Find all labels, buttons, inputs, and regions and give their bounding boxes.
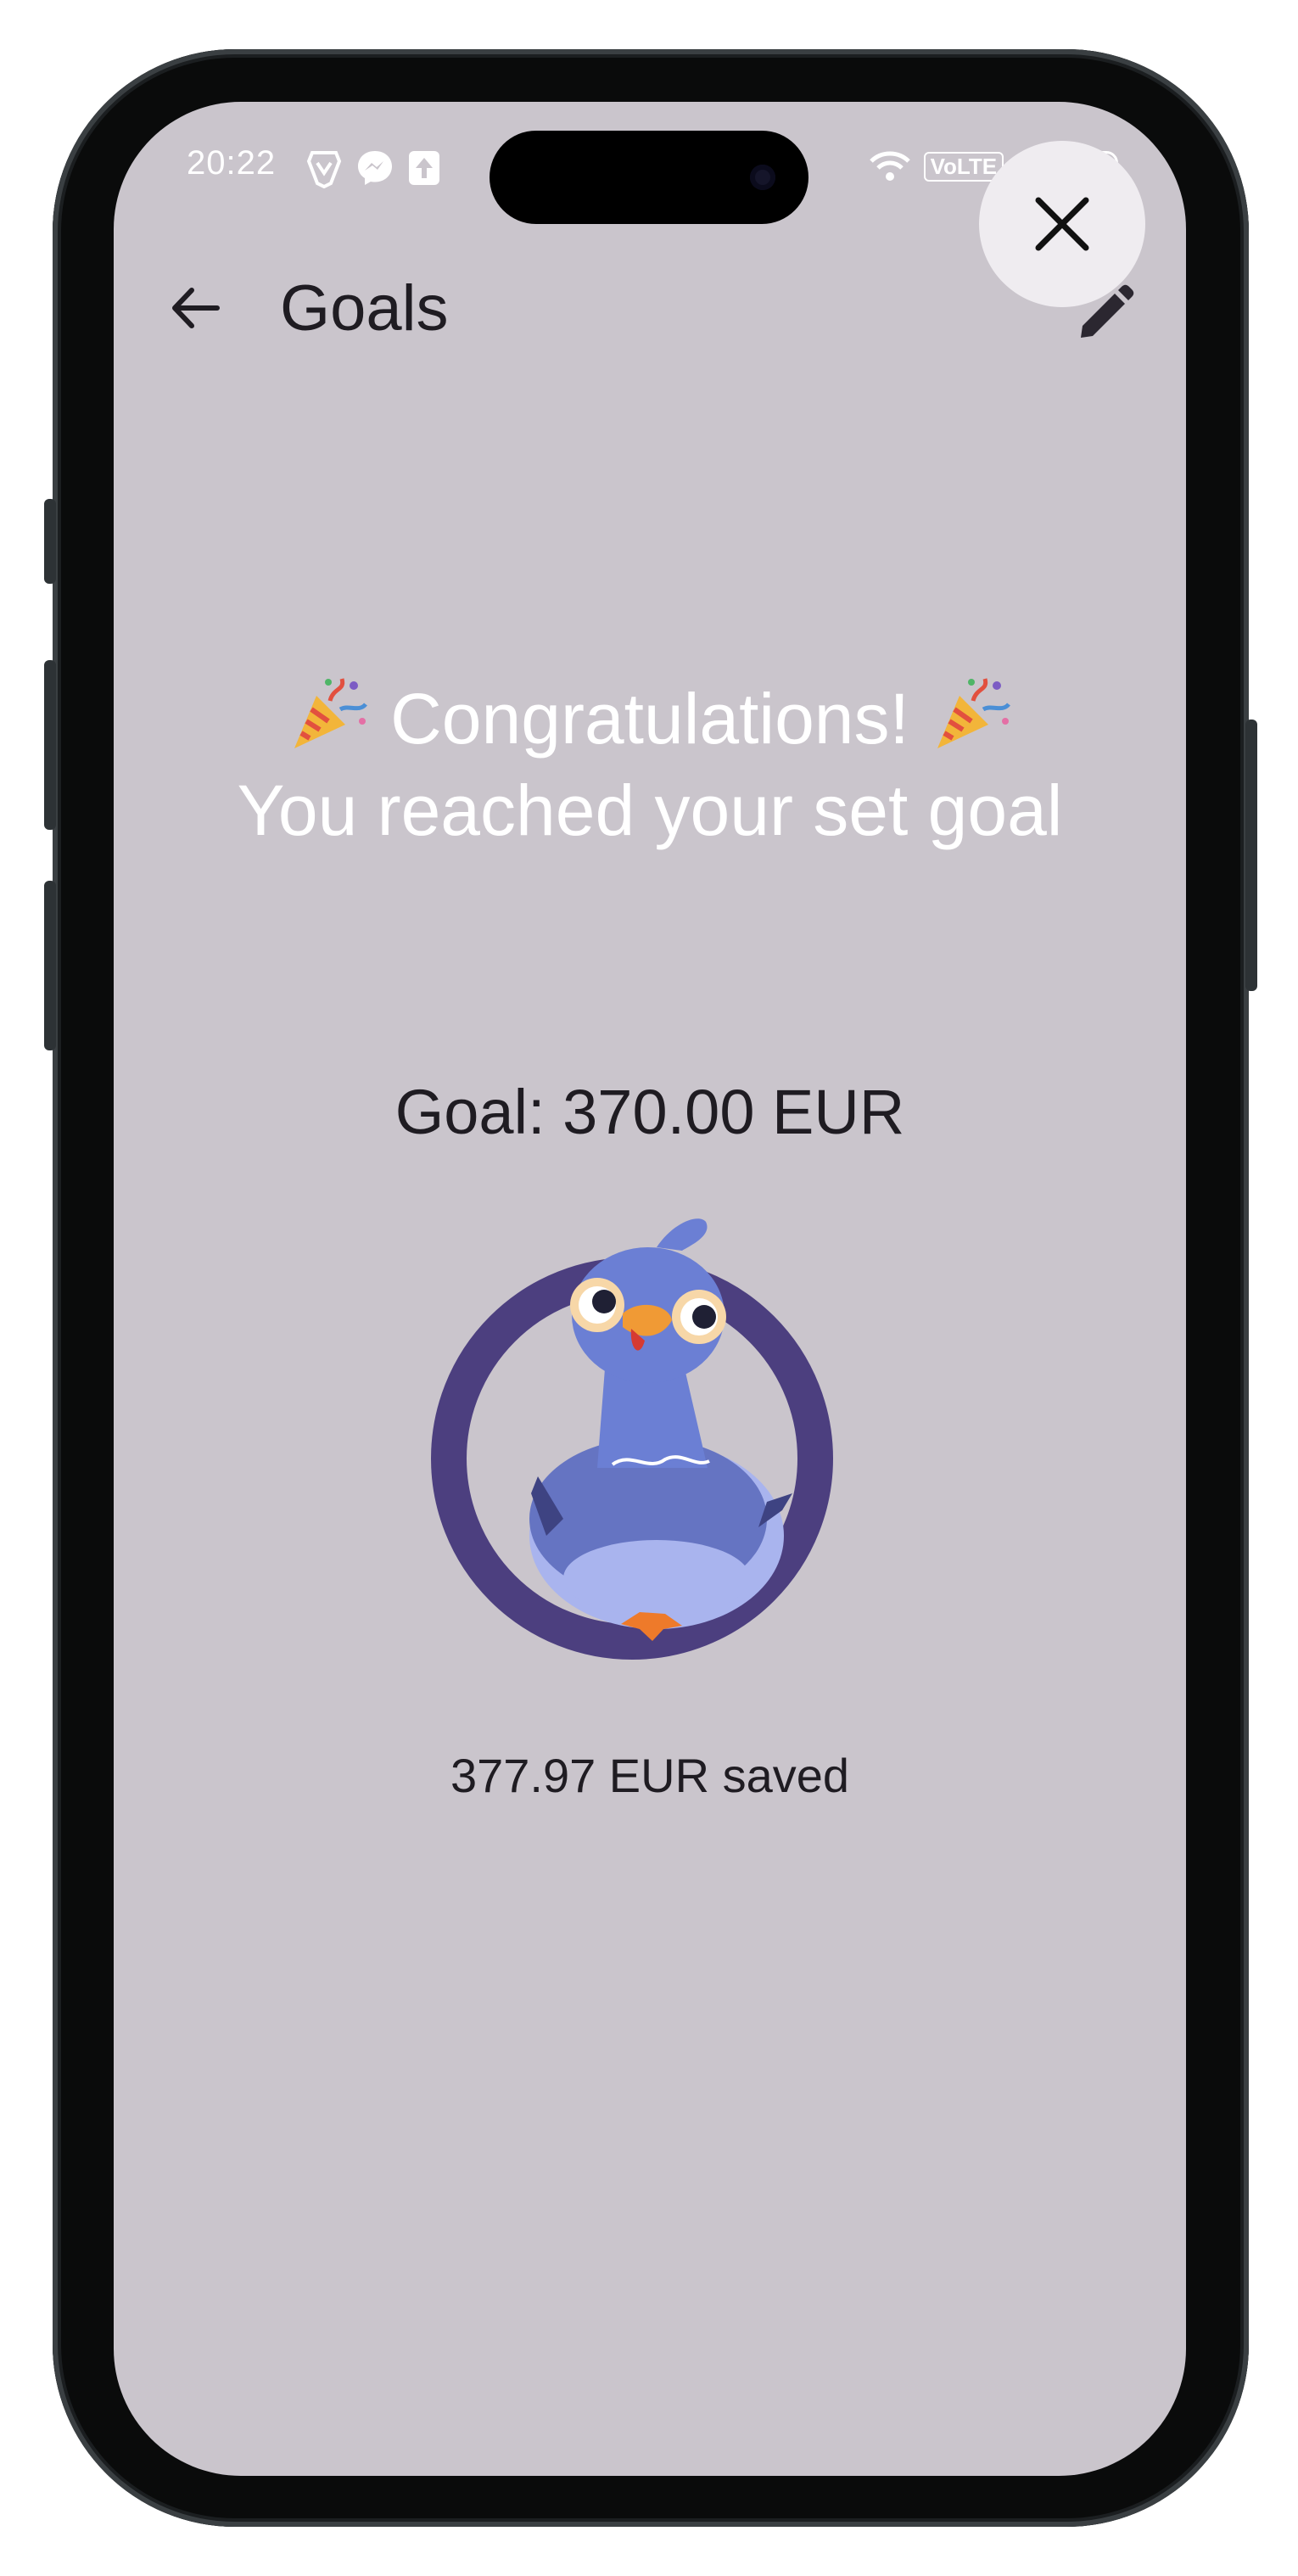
upload-icon (409, 151, 439, 185)
side-button-volume-up (44, 660, 56, 830)
saved-amount: 377.97 EUR saved (450, 1749, 850, 1802)
front-camera (750, 165, 775, 190)
status-left-icons (305, 148, 441, 188)
app-screen: 20:22 VoLTE 80 (114, 102, 1186, 2476)
party-popper-icon (937, 678, 1011, 748)
wifi-icon (869, 151, 910, 181)
congrats-heading: Congratulations! (114, 670, 1186, 765)
side-button-volume-down (44, 881, 56, 1050)
arrow-left-icon[interactable] (166, 278, 226, 338)
congrats-line1: Congratulations! (390, 679, 909, 759)
goal-amount: Goal: 370.00 EUR (394, 1077, 905, 1147)
party-popper-icon (294, 678, 367, 748)
brave-icon (306, 151, 342, 188)
messenger-icon (358, 151, 392, 185)
status-time: 20:22 (187, 144, 277, 182)
network-badge: VoLTE (923, 151, 1004, 182)
close-button[interactable] (979, 141, 1145, 307)
side-button-silent (44, 499, 56, 584)
close-icon (1035, 197, 1089, 251)
pigeon-illustration (529, 1218, 792, 1641)
congrats-line2: You reached your set goal (237, 770, 1063, 850)
pencil-icon[interactable] (1072, 283, 1135, 346)
side-button-power (1245, 720, 1257, 991)
page-title: Goals (280, 272, 449, 344)
